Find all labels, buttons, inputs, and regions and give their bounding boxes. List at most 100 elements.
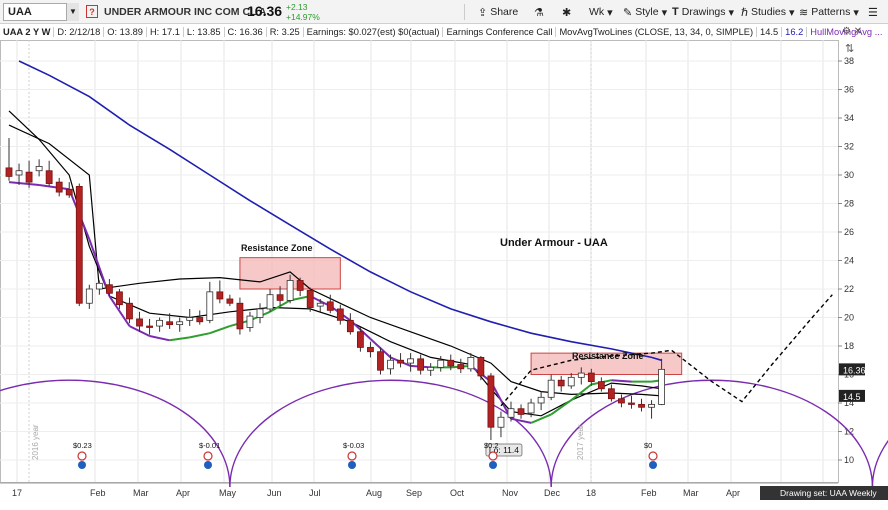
y-tick-label: 18 — [844, 341, 854, 351]
candle-body — [266, 294, 274, 310]
change-value: +2.13 — [286, 2, 308, 12]
plot-frame — [0, 40, 839, 483]
candle-body — [346, 319, 354, 333]
candle-body — [356, 331, 364, 348]
candle-body — [497, 416, 505, 428]
hamburger-icon: ☰ — [868, 6, 878, 19]
info-earnings-call[interactable]: Earnings Conference Call — [443, 27, 557, 37]
chevron-down-icon: ▾ — [789, 6, 795, 19]
patterns-label: Patterns — [811, 6, 851, 18]
share-button[interactable]: ⇪ Share — [474, 3, 522, 21]
settings-button[interactable]: ✱ — [558, 3, 575, 21]
drawings-button[interactable]: T Drawings ▾ — [668, 3, 738, 21]
candle-body — [628, 402, 635, 405]
menu-button[interactable]: ☰ — [864, 3, 882, 21]
candle-body — [196, 317, 204, 323]
flag-icon[interactable]: ? — [86, 5, 98, 18]
candle-body — [246, 315, 254, 328]
y-tick-label: 26 — [844, 227, 854, 237]
y-tick-label: 22 — [844, 284, 854, 294]
resistance-zone-label: Resistance Zone — [572, 351, 644, 361]
candle-body — [25, 171, 33, 183]
x-tick-label: Feb — [90, 488, 106, 498]
studies-button[interactable]: ℏ Studies ▾ — [737, 3, 799, 21]
candle-body — [557, 379, 565, 387]
info-symbol-period: UAA 2 Y W — [0, 27, 55, 37]
x-tick-label: Sep — [406, 488, 422, 498]
candle-body — [85, 288, 93, 304]
price-chart[interactable]: 38363432302826242220181614121017FebMarAp… — [0, 40, 888, 505]
price-change: +2.13 +14.97% — [286, 2, 320, 22]
x-tick-label: Oct — [450, 488, 465, 498]
candle-body — [487, 375, 495, 428]
candle-body — [126, 302, 133, 320]
info-close: C: 16.36 — [225, 27, 267, 37]
x-tick-label: Apr — [176, 488, 190, 498]
info-low: L: 13.85 — [184, 27, 225, 37]
style-label: Style — [635, 6, 659, 18]
candle-body — [457, 364, 465, 370]
candle-body — [587, 372, 595, 383]
candle-body — [186, 317, 194, 321]
x-tick-label: Nov — [502, 488, 519, 498]
resistance-zone-label: Resistance Zone — [241, 243, 313, 253]
studies-icon: ℏ — [741, 6, 748, 19]
candle-body — [577, 372, 585, 378]
candle-body — [136, 318, 143, 327]
dividend-marker-icon — [649, 461, 657, 469]
candle-body — [477, 356, 485, 377]
cycle-arc — [871, 439, 888, 488]
patterns-icon: ≋ — [799, 6, 809, 19]
last-price-tag: 16.36 — [843, 365, 866, 375]
candle-body — [296, 280, 304, 291]
candle-body — [387, 359, 394, 370]
candle-body — [547, 379, 555, 398]
x-tick-label: 17 — [12, 488, 22, 498]
patterns-button[interactable]: ≋ Patterns ▾ — [795, 3, 863, 21]
x-tick-label: Mar — [133, 488, 149, 498]
toolbar-divider — [464, 4, 465, 20]
symbol-dropdown-icon[interactable]: ▼ — [66, 3, 79, 21]
pane-settings-icon[interactable]: ⚙ ✕ — [842, 26, 862, 37]
candle-body — [417, 358, 425, 371]
candle-body — [638, 404, 645, 408]
y-tick-label: 32 — [844, 142, 854, 152]
period-button[interactable]: Wk ▾ — [585, 3, 617, 21]
x-tick-label: Dec — [544, 488, 561, 498]
candle-body — [95, 282, 103, 290]
candle-body — [427, 366, 435, 371]
candle-body — [156, 319, 164, 327]
pane-resize-icon: ⇅ — [845, 43, 854, 55]
info-high: H: 17.1 — [147, 27, 184, 37]
flask-button[interactable]: ⚗ — [530, 3, 548, 21]
candle-body — [447, 359, 455, 367]
x-tick-label: May — [219, 488, 237, 498]
chevron-down-icon: ▾ — [853, 6, 859, 19]
candle-body — [35, 166, 43, 172]
chevron-down-icon: ▾ — [728, 6, 735, 19]
candle-body — [527, 402, 535, 414]
candle-body — [517, 408, 525, 415]
candle-body — [658, 368, 665, 405]
info-study-movavg[interactable]: MovAvgTwoLines (CLOSE, 13, 34, 0, SIMPLE… — [556, 27, 758, 37]
candle-body — [618, 398, 625, 404]
candle-body — [326, 301, 334, 311]
chart-title: Under Armour - UAA — [500, 237, 608, 249]
x-tick-label: Feb — [641, 488, 657, 498]
info-study-value-1: 14.5 — [757, 27, 783, 37]
candle-body — [106, 284, 113, 294]
chart-area[interactable]: 38363432302826242220181614121017FebMarAp… — [0, 40, 888, 505]
chart-info-bar: UAA 2 Y W D: 2/12/18 O: 13.89 H: 17.1 L:… — [0, 24, 882, 40]
y-tick-label: 28 — [844, 199, 854, 209]
earnings-marker-icon — [77, 451, 87, 461]
candle-body — [226, 298, 234, 304]
earnings-marker-icon — [347, 451, 357, 461]
candle-body — [407, 358, 415, 364]
earnings-marker-icon — [488, 451, 498, 461]
drawings-label: Drawings — [681, 6, 726, 18]
info-range: R: 3.25 — [267, 27, 304, 37]
style-button[interactable]: ✎ Style ▾ — [619, 3, 671, 21]
candle-body — [75, 185, 83, 304]
x-tick-label: Apr — [726, 488, 740, 498]
x-tick-label: Jul — [309, 488, 321, 498]
